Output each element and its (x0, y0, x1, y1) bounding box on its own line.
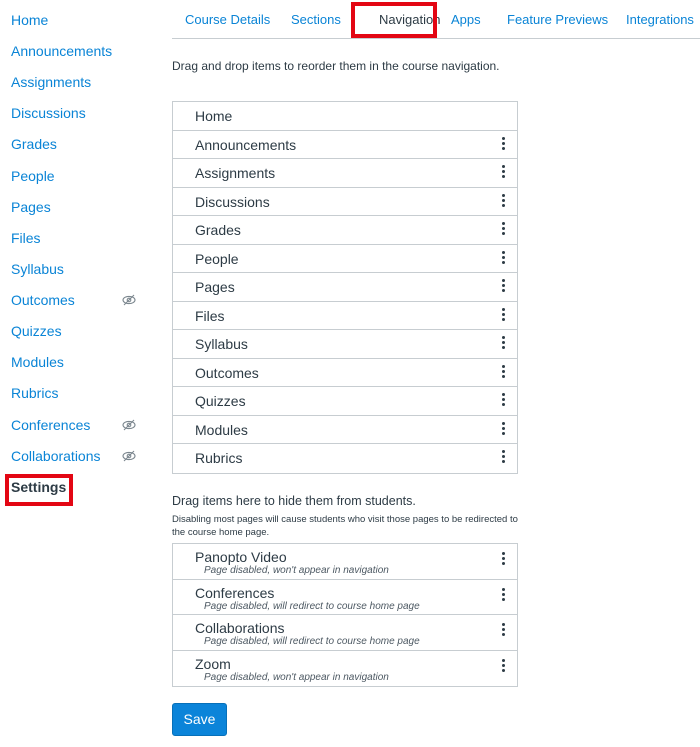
disabled-item-conferences[interactable]: Conferences Page disabled, will redirect … (173, 580, 517, 615)
sidebar-item-people[interactable]: People (11, 165, 55, 187)
nav-item-label: People (195, 250, 239, 267)
hidden-section-heading: Drag items here to hide them from studen… (172, 494, 416, 508)
more-options-icon[interactable] (501, 136, 505, 153)
disabled-item-status: Page disabled, won't appear in navigatio… (204, 565, 389, 576)
more-options-icon[interactable] (501, 279, 505, 295)
nav-item-label: Modules (195, 421, 248, 438)
nav-item-label: Outcomes (195, 364, 259, 381)
tab-course-details[interactable]: Course Details (185, 12, 270, 27)
sidebar-item-modules[interactable]: Modules (11, 351, 64, 373)
nav-item-pages[interactable]: Pages (173, 273, 517, 302)
nav-item-label: Pages (195, 279, 235, 295)
nav-item-rubrics[interactable]: Rubrics (173, 444, 517, 473)
more-options-icon[interactable] (501, 587, 505, 604)
nav-item-announcements[interactable]: Announcements (173, 131, 517, 159)
more-options-icon[interactable] (501, 193, 505, 210)
eye-slash-icon (122, 293, 136, 307)
save-button[interactable]: Save (172, 703, 227, 736)
disabled-item-label: Conferences (195, 584, 275, 601)
nav-item-label: Announcements (195, 136, 297, 153)
disabled-nav-list: Panopto Video Page disabled, won't appear… (172, 543, 518, 687)
disabled-item-collaborations[interactable]: Collaborations Page disabled, will redire… (173, 615, 517, 651)
more-options-icon[interactable] (501, 336, 505, 352)
more-options-icon[interactable] (501, 552, 505, 568)
more-options-icon[interactable] (501, 222, 505, 238)
nav-item-people[interactable]: People (173, 245, 517, 273)
sidebar-item-collaborations[interactable]: Collaborations (11, 445, 101, 467)
nav-instructions: Drag and drop items to reorder them in t… (172, 59, 500, 73)
sidebar-item-discussions[interactable]: Discussions (11, 102, 86, 124)
tab-feature-previews[interactable]: Feature Previews (507, 12, 608, 27)
eye-slash-icon (122, 449, 136, 463)
nav-item-quizzes[interactable]: Quizzes (173, 387, 517, 416)
nav-item-home[interactable]: Home (173, 102, 517, 131)
more-options-icon[interactable] (501, 165, 505, 181)
nav-item-assignments[interactable]: Assignments (173, 159, 517, 188)
nav-item-label: Assignments (195, 165, 276, 181)
disabled-item-status: Page disabled, won't appear in navigatio… (204, 671, 389, 683)
disabled-item-label: Collaborations (195, 620, 285, 636)
tab-integrations[interactable]: Integrations (626, 12, 694, 27)
disabled-item-status: Page disabled, will redirect to course h… (204, 636, 420, 647)
highlight-box-settings (5, 474, 73, 506)
disabled-item-label: Zoom (195, 655, 231, 672)
nav-item-label: Discussions (195, 193, 270, 210)
disabled-item-panopto-video[interactable]: Panopto Video Page disabled, won't appear… (173, 544, 517, 580)
nav-item-files[interactable]: Files (173, 302, 517, 330)
sidebar-item-grades[interactable]: Grades (11, 133, 57, 155)
nav-item-label: Rubrics (195, 450, 243, 466)
hidden-section-note: Disabling most pages will cause students… (172, 514, 518, 538)
nav-item-label: Syllabus (195, 336, 248, 352)
more-options-icon[interactable] (501, 250, 505, 267)
sidebar-item-home[interactable]: Home (11, 9, 48, 31)
enabled-nav-list: Home Announcements Assignments Discussions G… (172, 101, 518, 474)
highlight-box-navigation-tab (351, 2, 437, 38)
nav-item-modules[interactable]: Modules (173, 416, 517, 444)
more-options-icon[interactable] (501, 421, 505, 438)
sidebar-item-assignments[interactable]: Assignments (11, 71, 91, 93)
nav-item-grades[interactable]: Grades (173, 216, 517, 245)
sidebar-item-pages[interactable]: Pages (11, 196, 51, 218)
nav-item-label: Home (195, 108, 233, 124)
sidebar-item-announcements[interactable]: Announcements (11, 40, 112, 62)
tab-apps[interactable]: Apps (451, 12, 481, 27)
more-options-icon[interactable] (501, 658, 505, 675)
nav-item-label: Files (195, 307, 225, 324)
sidebar-item-syllabus[interactable]: Syllabus (11, 258, 64, 280)
nav-item-label: Quizzes (195, 393, 246, 409)
disabled-item-label: Panopto Video (195, 549, 287, 565)
nav-item-discussions[interactable]: Discussions (173, 188, 517, 216)
sidebar-item-quizzes[interactable]: Quizzes (11, 320, 62, 342)
tab-sections[interactable]: Sections (291, 12, 341, 27)
more-options-icon[interactable] (501, 393, 505, 409)
nav-item-label: Grades (195, 222, 241, 238)
more-options-icon[interactable] (501, 450, 505, 466)
more-options-icon[interactable] (501, 364, 505, 381)
nav-item-syllabus[interactable]: Syllabus (173, 330, 517, 359)
eye-slash-icon (122, 418, 136, 432)
sidebar-item-outcomes[interactable]: Outcomes (11, 289, 75, 311)
more-options-icon[interactable] (501, 623, 505, 639)
more-options-icon[interactable] (501, 307, 505, 324)
nav-item-outcomes[interactable]: Outcomes (173, 359, 517, 387)
disabled-item-status: Page disabled, will redirect to course h… (204, 600, 420, 612)
sidebar-item-rubrics[interactable]: Rubrics (11, 382, 58, 404)
sidebar-item-conferences[interactable]: Conferences (11, 414, 90, 436)
disabled-item-zoom[interactable]: Zoom Page disabled, won't appear in navig… (173, 651, 517, 687)
sidebar-item-files[interactable]: Files (11, 227, 41, 249)
